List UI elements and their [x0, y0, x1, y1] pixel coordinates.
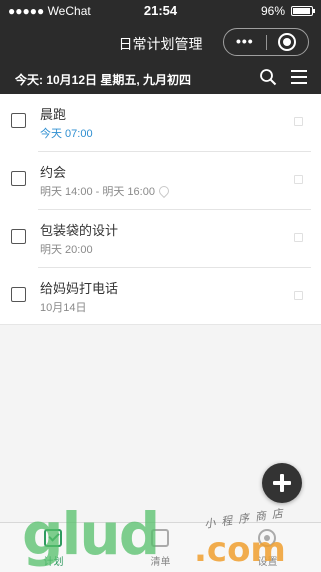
tab-label: 清单: [150, 557, 171, 568]
task-title: 约会: [40, 165, 67, 180]
capsule-divider: [266, 35, 267, 50]
task-time: 明天 14:00 - 明天 16:00: [40, 186, 155, 198]
mini-program-capsule: •••: [223, 28, 309, 56]
more-icon[interactable]: •••: [236, 33, 254, 49]
calendar-check-icon: [44, 529, 62, 547]
battery-percent: 96%: [260, 4, 285, 18]
plus-icon-stem: [280, 474, 284, 492]
gear-icon: [258, 529, 276, 547]
tab-label: 计划: [43, 557, 64, 568]
battery-icon: [291, 6, 315, 16]
task-flag-icon[interactable]: [294, 117, 303, 126]
task-checkbox[interactable]: [11, 113, 26, 128]
list-icon: [151, 529, 169, 547]
today-date-label: 今天: 10月12日 星期五, 九月初四: [15, 73, 192, 87]
task-item[interactable]: 晨跑 今天 07:00: [0, 94, 321, 152]
close-target-icon[interactable]: [278, 33, 296, 51]
task-time: 今天 07:00: [40, 128, 93, 140]
task-time-row: 明天 14:00 - 明天 16:00: [40, 183, 172, 199]
menu-icon[interactable]: [291, 70, 307, 84]
task-title: 给妈妈打电话: [40, 281, 119, 296]
status-bar: ●●●●● WeChat 21:54 96%: [0, 0, 321, 22]
tab-settings[interactable]: 设置: [214, 523, 321, 572]
task-checkbox[interactable]: [11, 229, 26, 244]
task-item[interactable]: 给妈妈打电话 10月14日: [0, 268, 321, 326]
navigation-bar: 日常计划管理 •••: [0, 22, 321, 62]
search-icon[interactable]: [259, 68, 277, 86]
task-item[interactable]: 约会 明天 14:00 - 明天 16:00: [0, 152, 321, 210]
task-title: 晨跑: [40, 107, 67, 122]
task-checkbox[interactable]: [11, 287, 26, 302]
task-title: 包装袋的设计: [40, 223, 119, 238]
task-list: 晨跑 今天 07:00 约会 明天 14:00 - 明天 16:00 包装袋的设…: [0, 94, 321, 325]
task-item[interactable]: 包装袋的设计 明天 20:00: [0, 210, 321, 268]
tab-list[interactable]: 清单: [107, 523, 214, 572]
task-time: 明天 20:00: [40, 244, 93, 256]
add-task-button[interactable]: [262, 463, 302, 503]
task-checkbox[interactable]: [11, 171, 26, 186]
tab-label: 设置: [257, 557, 278, 568]
tab-bar: 计划 清单 设置: [0, 522, 321, 572]
task-flag-icon[interactable]: [294, 233, 303, 242]
tab-plan[interactable]: 计划: [0, 523, 107, 572]
task-flag-icon[interactable]: [294, 291, 303, 300]
location-pin-icon: [156, 183, 172, 199]
task-date: 10月14日: [40, 302, 87, 314]
date-bar: 今天: 10月12日 星期五, 九月初四: [0, 62, 321, 94]
task-flag-icon[interactable]: [294, 175, 303, 184]
